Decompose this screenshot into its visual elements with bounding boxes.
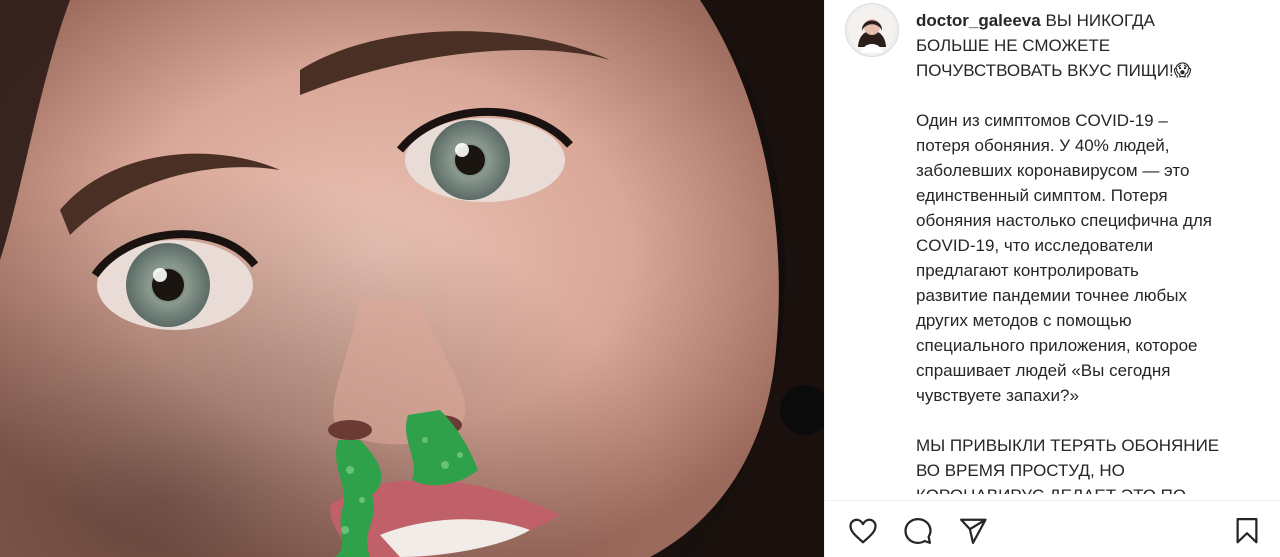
avatar[interactable]: [845, 3, 899, 57]
bookmark-icon: [1236, 518, 1258, 544]
paper-plane-icon: [960, 518, 987, 544]
caption-paragraph-2: МЫ ПРИВЫКЛИ ТЕРЯТЬ ОБОНЯНИЕ ВО ВРЕМЯ ПРО…: [916, 436, 1220, 494]
username-link[interactable]: doctor_galeeva: [916, 11, 1041, 30]
like-button[interactable]: [846, 514, 880, 548]
share-button[interactable]: [956, 514, 990, 548]
heart-icon: [849, 518, 877, 544]
caption-area[interactable]: doctor_galeeva ВЫ НИКОГДА БОЛЬШЕ НЕ СМОЖ…: [916, 8, 1256, 494]
post-photo[interactable]: [0, 0, 824, 557]
comment-icon: [904, 518, 932, 544]
comment-button[interactable]: [901, 514, 935, 548]
avatar-image: [849, 7, 895, 53]
action-bar: [825, 500, 1280, 557]
caption-paragraph-1: Один из симптомов COVID-19 – потеря обон…: [916, 111, 1212, 405]
caption-intro: doctor_galeeva ВЫ НИКОГДА БОЛЬШЕ НЕ СМОЖ…: [916, 8, 1256, 83]
woman-face-photo: [0, 0, 824, 557]
save-button[interactable]: [1230, 514, 1264, 548]
post-details-panel: doctor_galeeva ВЫ НИКОГДА БОЛЬШЕ НЕ СМОЖ…: [824, 0, 1280, 557]
